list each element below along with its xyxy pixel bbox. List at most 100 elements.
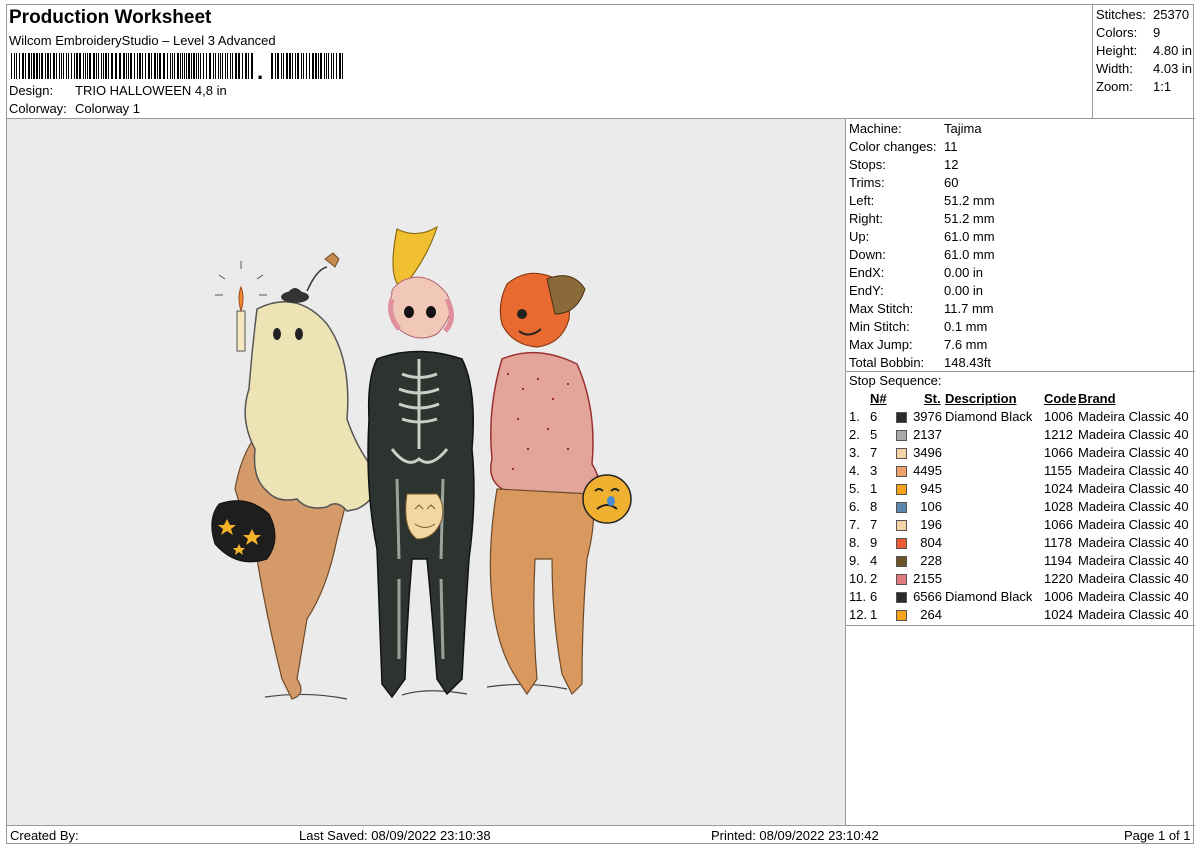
- barcode-bar: [79, 53, 81, 79]
- design-preview[interactable]: [7, 119, 846, 825]
- divider: [846, 625, 1195, 626]
- design-summary: Stitches: 25370 Colors: 9 Height: 4.80 in W…: [1092, 5, 1195, 119]
- needle-number: 8: [870, 499, 878, 514]
- thread-code: 1212: [1044, 427, 1073, 442]
- barcode-bar: [309, 53, 310, 79]
- printed-date: Printed: 08/09/2022 23:10:42: [711, 828, 879, 843]
- detail-value: 0.00 in: [944, 265, 984, 280]
- barcode-bar: [87, 53, 88, 79]
- barcode-bar: [115, 53, 117, 79]
- page-title: Production Worksheet: [9, 7, 212, 28]
- table-row: 1. 6 3976 Diamond Black 1006 Madeira Classic …: [846, 409, 1195, 427]
- barcode-bar: [203, 53, 204, 79]
- barcode-bar: [154, 53, 156, 79]
- summary-value: 4.03 in: [1153, 61, 1193, 76]
- summary-row: Width: 4.03 in: [1096, 61, 1192, 76]
- software-name: Wilcom EmbroideryStudio – Level 3 Advanc…: [9, 33, 276, 48]
- stop-index: 7.: [849, 517, 860, 532]
- barcode-bar: [89, 53, 91, 79]
- detail-value: 61.0 mm: [944, 247, 995, 262]
- barcode-bar: [251, 53, 253, 79]
- stitch-count: 2155: [913, 571, 942, 586]
- column-header-brand: Brand: [1078, 391, 1116, 406]
- barcode-bar: [286, 53, 288, 79]
- barcode-bar: [151, 53, 152, 79]
- last-saved: Last Saved: 08/09/2022 23:10:38: [299, 828, 491, 843]
- barcode-bar: [177, 53, 179, 79]
- detail-label: Right:: [849, 211, 883, 226]
- barcode-bar: [96, 53, 97, 79]
- detail-label: Left:: [849, 193, 875, 208]
- barcode-bar: [31, 53, 32, 79]
- needle-number: 9: [870, 535, 878, 550]
- barcode-bar: [108, 53, 109, 79]
- barcode-bar: [283, 53, 284, 79]
- detail-label: Up:: [849, 229, 870, 244]
- barcode-bar: [126, 53, 127, 79]
- barcode-bar: [41, 53, 43, 79]
- detail-value: 0.1 mm: [944, 319, 988, 334]
- stop-index: 6.: [849, 499, 860, 514]
- color-swatch: [896, 520, 907, 531]
- stop-index: 5.: [849, 481, 860, 496]
- stitch-count: 3976: [913, 409, 942, 424]
- thread-code: 1024: [1044, 607, 1073, 622]
- needle-number: 7: [870, 517, 878, 532]
- color-swatch: [896, 448, 907, 459]
- stop-index: 4.: [849, 463, 860, 478]
- barcode-bar: [220, 53, 221, 79]
- detail-value: 60: [944, 175, 959, 190]
- barcode-bar: [85, 53, 86, 79]
- barcode-bar: [238, 53, 240, 79]
- divider: [846, 371, 1195, 372]
- machine-detail-row: Color changes: 11: [849, 139, 958, 157]
- barcode-bar: [188, 53, 190, 79]
- barcode-bar: [39, 53, 40, 79]
- worksheet-footer: Created By: Last Saved: 08/09/2022 23:10…: [7, 825, 1195, 844]
- barcode-bar: [213, 53, 214, 79]
- worksheet-frame: Production Worksheet Wilcom EmbroiderySt…: [6, 4, 1195, 844]
- barcode-bar: [19, 53, 20, 79]
- colorway-value: Colorway 1: [75, 101, 141, 116]
- detail-label: Trims:: [849, 175, 885, 190]
- barcode-bar: [180, 53, 181, 79]
- needle-number: 6: [870, 409, 878, 424]
- barcode-bar: [98, 53, 99, 79]
- barcode-bar: [111, 53, 113, 79]
- barcode-bar: [159, 53, 161, 79]
- detail-label: Total Bobbin:: [849, 355, 925, 370]
- barcode-bar: [74, 53, 75, 79]
- barcode-bar: [320, 53, 322, 79]
- barcode-bar: [186, 53, 187, 79]
- barcode-bar: [28, 53, 30, 79]
- barcode-bar: [71, 53, 72, 79]
- thread-brand: Madeira Classic 40: [1078, 589, 1189, 604]
- summary-label: Height:: [1096, 43, 1138, 58]
- barcode-bar: [128, 53, 129, 79]
- barcode-bar: [139, 53, 141, 79]
- stop-index: 9.: [849, 553, 860, 568]
- barcode-bar: [277, 53, 279, 79]
- barcode-bar: [191, 53, 192, 79]
- barcode-bar: [36, 53, 38, 79]
- thread-code: 1066: [1044, 445, 1073, 460]
- detail-label: Max Stitch:: [849, 301, 914, 316]
- barcode-bar: [193, 53, 195, 79]
- table-row: 5. 1 945 1024 Madeira Classic 40: [846, 481, 1195, 499]
- machine-detail-row: Min Stitch: 0.1 mm: [849, 319, 987, 337]
- color-swatch: [896, 610, 907, 621]
- barcode-bar: [137, 53, 138, 79]
- barcode-bar: [105, 53, 107, 79]
- barcode-bar: [83, 53, 84, 79]
- barcode-bar: [174, 53, 175, 79]
- design-value: TRIO HALLOWEEN 4,8 in: [75, 83, 227, 98]
- stitch-count: 228: [920, 553, 942, 568]
- barcode-bar: [209, 53, 211, 79]
- barcode-bar: [45, 53, 46, 79]
- design-label: Design:: [9, 83, 54, 98]
- barcode-bar: [11, 53, 12, 79]
- barcode-bar: [271, 53, 273, 79]
- stop-index: 1.: [849, 409, 860, 424]
- color-swatch: [896, 556, 907, 567]
- thread-brand: Madeira Classic 40: [1078, 499, 1189, 514]
